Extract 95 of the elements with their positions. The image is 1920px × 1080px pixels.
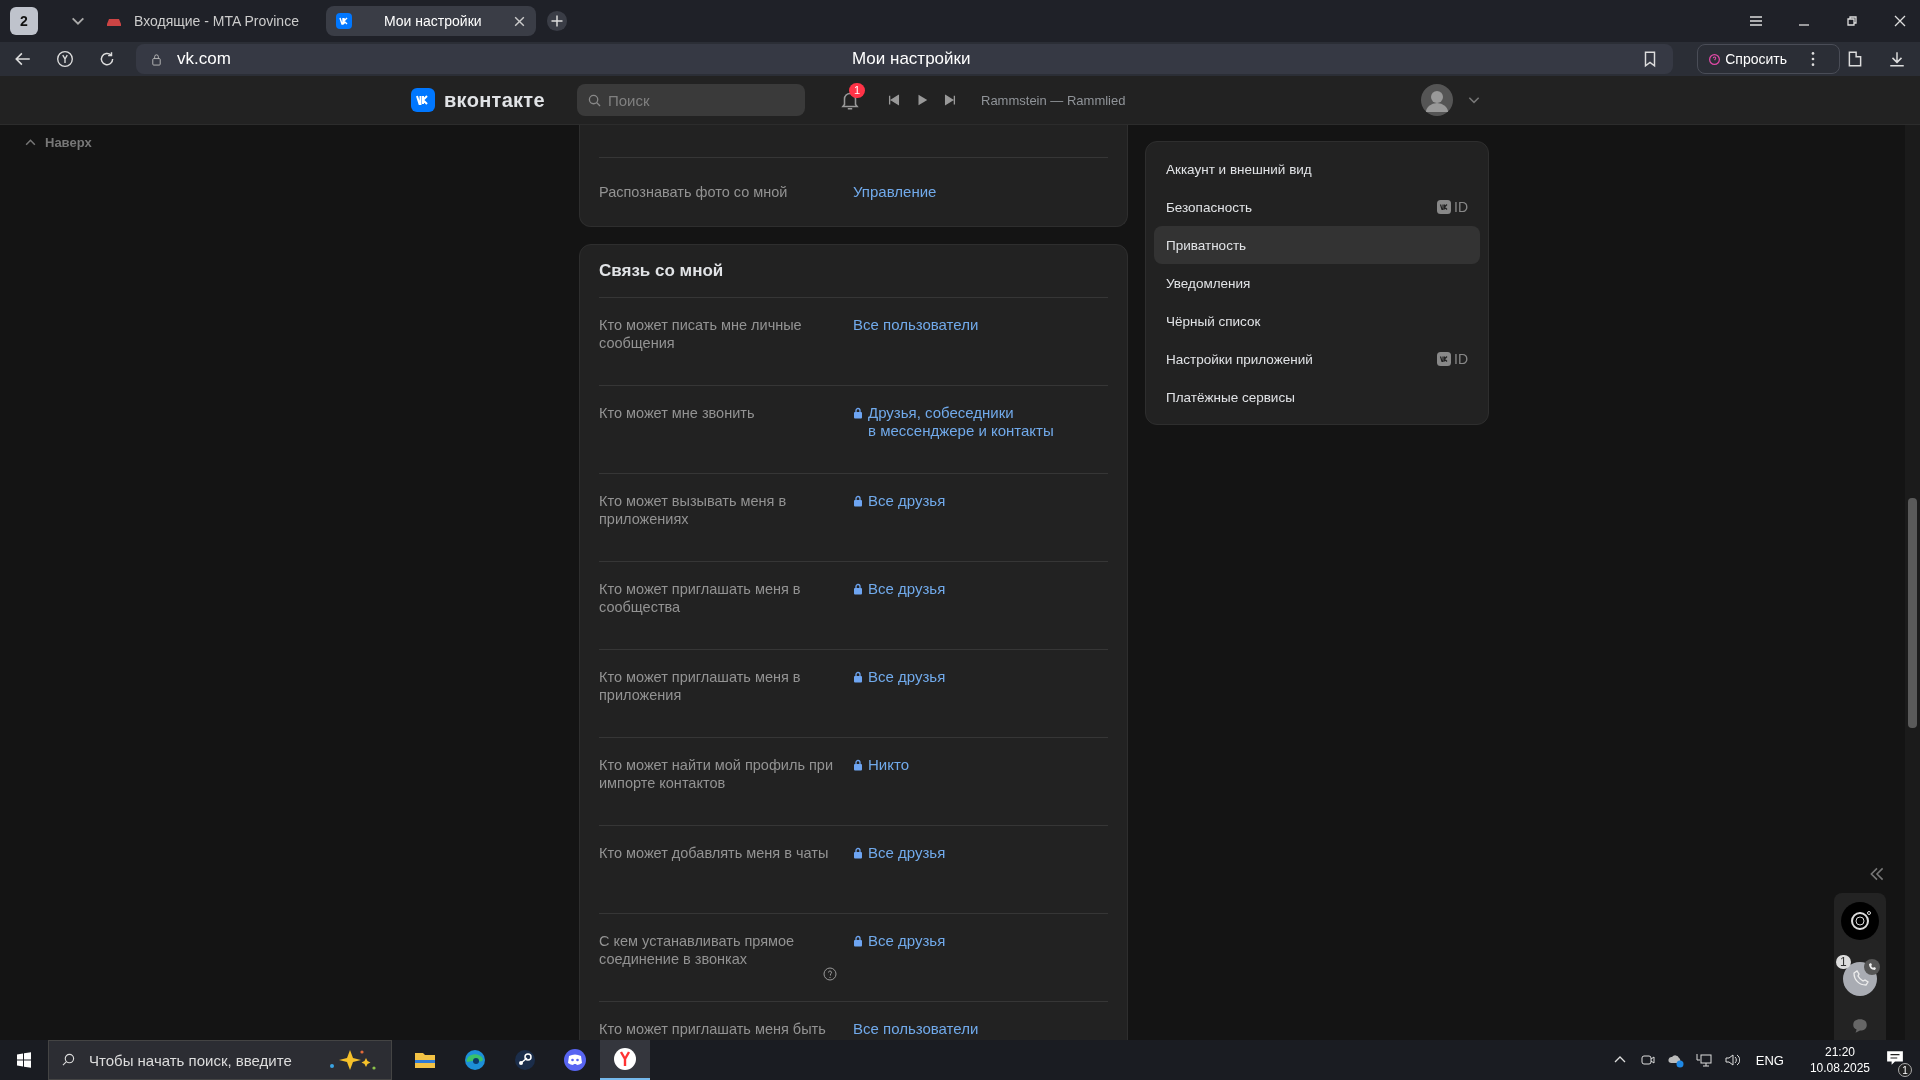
back-to-top-link[interactable]: Наверх: [24, 135, 579, 150]
avatar-icon[interactable]: [1421, 84, 1453, 116]
browser-tab[interactable]: Мои настройки: [326, 6, 536, 36]
logo-text[interactable]: вконтакте: [444, 88, 545, 112]
yandex-circle-icon[interactable]: [56, 50, 74, 68]
address-bar[interactable]: vk.com Мои настройки: [136, 44, 1674, 74]
menu-item-label: Аккаунт и внешний вид: [1166, 161, 1313, 177]
new-tab-icon[interactable]: [546, 10, 568, 32]
setting-label: Кто может найти мой профиль при импорте контактов: [599, 756, 834, 792]
track-title[interactable]: Rammstein — Rammlied: [981, 92, 1126, 108]
setting-value-link[interactable]: Все друзья: [868, 668, 946, 686]
double-chevron-left-icon[interactable]: [1868, 865, 1886, 883]
close-icon[interactable]: [1892, 13, 1908, 29]
clock-date[interactable]: 10.08.2025: [1809, 1060, 1870, 1076]
menu-item[interactable]: Настройки приложений ID: [1154, 340, 1480, 378]
next-track-icon[interactable]: [943, 93, 957, 107]
tab-title: Входящие - MTA Province: [134, 13, 300, 29]
camera-icon[interactable]: [1840, 901, 1880, 941]
reload-icon[interactable]: [98, 50, 116, 68]
setting-value-link[interactable]: Все друзья: [868, 580, 946, 598]
vk-id-label: ID: [1454, 351, 1468, 367]
extensions-icon[interactable]: [1846, 50, 1864, 68]
menu-item[interactable]: Уведомления: [1154, 264, 1480, 302]
restore-icon[interactable]: [1844, 13, 1860, 29]
cloud-info-icon[interactable]: [1667, 1052, 1684, 1068]
menu-item[interactable]: Платёжные сервисы: [1154, 378, 1480, 416]
browser-tab[interactable]: Входящие - MTA Province: [96, 6, 316, 36]
menu-item-label: Приватность: [1166, 237, 1248, 253]
setting-value-link[interactable]: Никто: [868, 756, 909, 774]
menu-item[interactable]: Чёрный список: [1154, 302, 1480, 340]
language-indicator[interactable]: ENG: [1755, 1052, 1784, 1068]
setting-label: Кто может приглашать меня в приложения: [599, 668, 802, 704]
setting-label: Распознавать фото со мной: [599, 183, 788, 201]
tab-count-button[interactable]: 2: [10, 7, 38, 35]
phone-call-icon[interactable]: [1840, 957, 1880, 997]
menu-item[interactable]: Аккаунт и внешний вид: [1154, 150, 1480, 188]
menu-item-label: Чёрный список: [1166, 313, 1262, 329]
scrollbar[interactable]: [1905, 125, 1920, 1040]
setting-value-link[interactable]: Все друзья: [868, 492, 946, 510]
menu-item[interactable]: Безопасность ID: [1154, 188, 1480, 226]
vk-id-label: ID: [1454, 199, 1468, 215]
steam-icon: [513, 1048, 537, 1072]
previous-track-icon[interactable]: [887, 93, 901, 107]
page-title: Мои настройки: [852, 49, 971, 69]
network-icon[interactable]: [1695, 1052, 1712, 1068]
menu-icon[interactable]: [1748, 13, 1764, 29]
setting-value-link[interactable]: Все друзья: [868, 844, 946, 862]
call-count-badge: 1: [1836, 955, 1851, 969]
search-icon: [62, 1053, 75, 1066]
browser-y-icon: [613, 1047, 637, 1071]
setting-label: Кто может мне звонить: [599, 404, 755, 422]
setting-label: Кто может добавлять меня в чаты: [599, 844, 829, 862]
menu-item-label: Настройки приложений: [1166, 351, 1314, 367]
browser-swirl-icon: [463, 1048, 487, 1072]
setting-label: Кто может приглашать меня быть: [599, 1020, 826, 1038]
webcam-icon[interactable]: [1639, 1052, 1656, 1068]
close-icon[interactable]: [513, 14, 526, 28]
setting-label: С кем устанавливать прямое соединение в звонках: [599, 932, 796, 968]
back-arrow-icon[interactable]: [14, 50, 32, 68]
setting-value-link[interactable]: Все пользователи: [853, 1020, 979, 1038]
download-icon[interactable]: [1888, 50, 1906, 68]
search-field[interactable]: Поиск: [577, 84, 805, 116]
setting-value-link[interactable]: Все пользователи: [853, 316, 979, 334]
setting-label: Кто может приглашать меня в сообщества: [599, 580, 802, 616]
notification-count-badge: 1: [1898, 1063, 1912, 1077]
game-controller-icon: [563, 1048, 587, 1072]
lock-icon: [150, 52, 163, 66]
setting-label: Кто может писать мне личные сообщения: [599, 316, 803, 352]
search-icon: [588, 94, 601, 107]
menu-item-label: Безопасность: [1166, 199, 1254, 215]
vk-logo-icon[interactable]: [411, 88, 435, 112]
section-title: Связь со мной: [599, 245, 1108, 298]
chat-bubble-icon[interactable]: [1851, 1017, 1869, 1035]
clock-time[interactable]: 21:20: [1824, 1044, 1855, 1060]
menu-item-label: Уведомления: [1166, 275, 1252, 291]
setting-value-link[interactable]: Друзья, собеседники в мессенджере и контакты: [868, 404, 1054, 440]
question-bubble-icon: [1708, 52, 1722, 66]
taskbar-app-button[interactable]: [600, 1040, 650, 1080]
windows-start-icon[interactable]: [16, 1052, 32, 1068]
taskbar-search-field[interactable]: Чтобы начать поиск, введите: [48, 1040, 392, 1080]
menu-item-label: Платёжные сервисы: [1166, 389, 1296, 405]
notification-center-icon[interactable]: [1886, 1049, 1904, 1067]
vk-logo-icon: [336, 13, 352, 29]
notification-badge: 1: [849, 83, 866, 98]
tab-title: Мои настройки: [383, 13, 483, 29]
setting-value-link[interactable]: Все друзья: [868, 932, 946, 950]
setting-label: Кто может вызывать меня в приложениях: [599, 492, 788, 528]
url-text: vk.com: [177, 49, 231, 69]
help-icon[interactable]: [823, 967, 837, 981]
vk-logo-icon: [1437, 200, 1451, 214]
vk-logo-icon: [1437, 352, 1451, 366]
ask-button[interactable]: Спросить: [1697, 44, 1840, 74]
setting-value-link[interactable]: Управление: [853, 183, 937, 201]
menu-item[interactable]: Приватность: [1154, 226, 1480, 264]
speaker-icon[interactable]: [1723, 1052, 1740, 1068]
